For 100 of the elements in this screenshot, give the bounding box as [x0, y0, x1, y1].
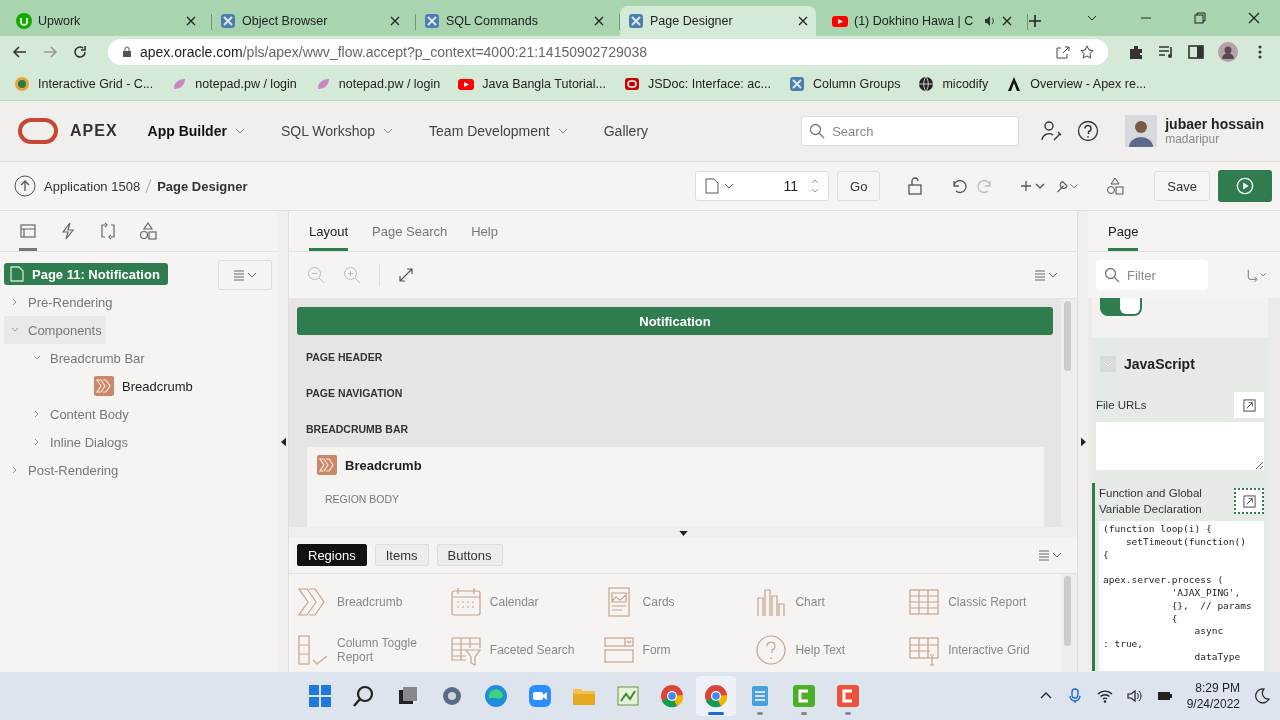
- tree-item[interactable]: Inline Dialogs: [50, 434, 129, 450]
- bookmark[interactable]: JSDoc: Interface: ac...: [623, 76, 771, 92]
- up-icon[interactable]: [14, 175, 36, 197]
- section-label: PAGE HEADER: [306, 350, 384, 365]
- gallery-tab[interactable]: Buttons: [436, 544, 503, 566]
- reload-icon[interactable]: [72, 44, 88, 60]
- close-icon[interactable]: [798, 16, 808, 26]
- run-button[interactable]: [1218, 170, 1272, 202]
- gallery-tab[interactable]: Regions: [297, 544, 367, 566]
- speaker-icon[interactable]: [1126, 688, 1143, 704]
- shapes-icon[interactable]: [1106, 177, 1125, 195]
- code-editor[interactable]: (function loop(i) { setTimeout(function() { apex.server.process ( 'AJAX_PING', {}, // params { async : true, dataType: [1099, 521, 1264, 671]
- logo-icon: [18, 118, 58, 144]
- moon-icon[interactable]: [1254, 688, 1270, 704]
- close-icon[interactable]: [390, 16, 400, 26]
- bookmark[interactable]: Java Bangla Tutorial...: [458, 76, 606, 92]
- search-icon: [1104, 267, 1120, 283]
- filter-field[interactable]: Filter: [1096, 260, 1208, 290]
- search-icon: [809, 123, 826, 139]
- playlist-icon[interactable]: [1158, 44, 1174, 60]
- expand-icon[interactable]: [398, 267, 414, 283]
- undo-icon[interactable]: [950, 177, 969, 195]
- bookmark[interactable]: Interactive Grid - C...: [14, 76, 154, 92]
- picture-icon: [616, 684, 641, 708]
- speaker-icon[interactable]: [984, 15, 996, 27]
- caret-icon: [383, 126, 394, 136]
- close-icon[interactable]: [186, 16, 196, 26]
- column-check-icon: [297, 634, 329, 666]
- tree-item[interactable]: Content Body: [50, 406, 129, 422]
- collapse-icon[interactable]: [1080, 436, 1086, 447]
- restore-icon[interactable]: [1194, 12, 1206, 24]
- section-label: PAGE NAVIGATION: [306, 386, 404, 401]
- layout-tab[interactable]: Layout: [309, 211, 349, 251]
- browser-icon: [704, 684, 729, 708]
- nav-menu[interactable]: SQL Workshop: [280, 123, 394, 139]
- close-icon[interactable]: [1002, 16, 1012, 26]
- back-icon[interactable]: [12, 44, 28, 60]
- bar-chart-icon: [755, 586, 788, 618]
- site-icon: [14, 76, 30, 92]
- nav-menu[interactable]: Team Development: [429, 123, 568, 139]
- add-menu-icon[interactable]: [1020, 179, 1047, 193]
- lock-icon[interactable]: [122, 46, 132, 58]
- table-filter-icon: [449, 634, 482, 666]
- nav-menu[interactable]: Gallery: [603, 123, 649, 139]
- menu-icon: [232, 268, 258, 282]
- bookmark[interactable]: notepad.pw / login: [314, 76, 441, 92]
- scrollbar[interactable]: [1061, 299, 1077, 527]
- bookmark[interactable]: micodify: [918, 76, 989, 92]
- share-icon[interactable]: [1056, 45, 1070, 59]
- page-selector[interactable]: 11: [695, 171, 829, 201]
- search-field[interactable]: Search: [801, 116, 1020, 146]
- open-editor-button[interactable]: [1234, 392, 1264, 418]
- tree-item[interactable]: Breadcrumb Bar: [50, 350, 145, 366]
- browser-tab[interactable]: Page Designer: [620, 6, 816, 36]
- splitter-icon[interactable]: [678, 531, 688, 536]
- scrollbar[interactable]: [1061, 574, 1077, 672]
- running-indicator: [708, 712, 725, 715]
- address-field[interactable]: apex.oracle.com/pls/apex/wwv_flow.accept?p_context=4000:21:14150902729038: [108, 39, 1108, 65]
- puzzle-icon[interactable]: [1128, 44, 1144, 60]
- section-title: JavaScript: [1124, 356, 1195, 372]
- close-icon[interactable]: [594, 16, 604, 26]
- layout-tab[interactable]: Page Search: [372, 211, 448, 251]
- menu-icon[interactable]: [1033, 268, 1059, 282]
- save-button[interactable]: Save: [1154, 171, 1210, 201]
- clock[interactable]: 8:29 PM 9/24/2022: [1186, 681, 1240, 711]
- avatar-icon[interactable]: [1218, 42, 1238, 62]
- star-icon[interactable]: [1080, 45, 1094, 59]
- grid-icon: [908, 634, 941, 666]
- wifi-icon[interactable]: [1096, 688, 1113, 704]
- microphone-icon[interactable]: [1066, 688, 1083, 704]
- user-wrench-icon[interactable]: [1041, 120, 1064, 142]
- bookmark[interactable]: Overview - Apex re...: [1006, 76, 1147, 92]
- wrench-menu-icon[interactable]: [1054, 179, 1081, 193]
- site-icon: [220, 13, 236, 29]
- collapse-icon[interactable]: [280, 436, 286, 447]
- tree-item[interactable]: Page 11: Notification: [4, 263, 168, 285]
- tree-item[interactable]: Post-Rendering: [28, 462, 119, 478]
- close-icon[interactable]: [1248, 12, 1260, 24]
- toggle-switch[interactable]: [1100, 298, 1142, 316]
- menu-icon[interactable]: [1037, 548, 1063, 562]
- gallery-tab[interactable]: Items: [374, 544, 429, 566]
- go-button[interactable]: Go: [837, 171, 881, 201]
- region-card[interactable]: Breadcrumb REGION BODY: [307, 447, 1044, 527]
- breadcrumb-link[interactable]: Application 1508: [44, 178, 141, 194]
- open-editor-button[interactable]: [1234, 488, 1264, 514]
- layout-tab[interactable]: Help: [471, 211, 498, 251]
- bookmark[interactable]: notepad.pw / login: [171, 76, 297, 92]
- help-icon[interactable]: [1077, 120, 1100, 142]
- browser-icon: [484, 684, 509, 708]
- tree-item[interactable]: Pre-Rendering: [28, 294, 113, 310]
- sidebar-icon[interactable]: [1188, 44, 1204, 60]
- page-title-bar[interactable]: Notification: [297, 307, 1053, 335]
- nav-menu[interactable]: App Builder: [147, 123, 245, 139]
- bookmark[interactable]: Column Groups: [788, 76, 901, 92]
- tree-item[interactable]: Breadcrumb: [122, 378, 193, 394]
- property-tab[interactable]: Page: [1108, 211, 1139, 251]
- windows-icon: [308, 684, 333, 708]
- user-menu[interactable]: jubaer hossain madaripur: [1125, 115, 1264, 147]
- new-tab-icon[interactable]: [1028, 14, 1042, 28]
- unlock-icon[interactable]: [906, 177, 925, 195]
